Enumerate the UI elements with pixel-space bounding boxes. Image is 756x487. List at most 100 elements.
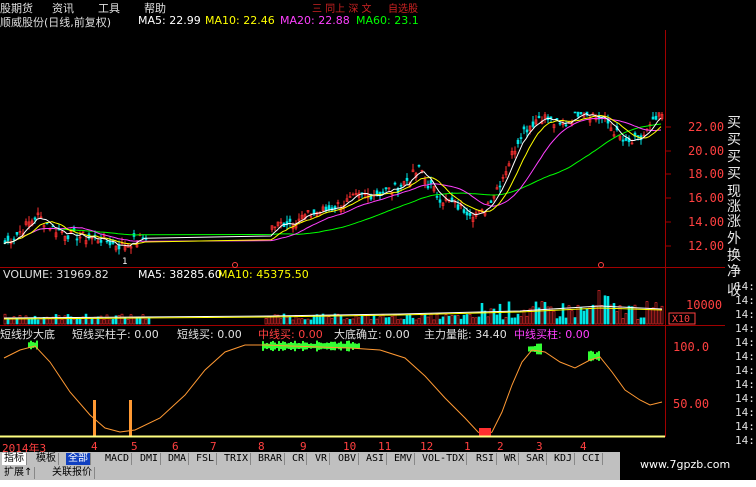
tab-macd[interactable]: MACD — [103, 453, 133, 465]
volume-bar — [477, 316, 481, 325]
volume-bar — [579, 307, 583, 325]
tab-brar[interactable]: BRAR — [256, 453, 286, 465]
volume-bar — [303, 319, 307, 325]
volume-bar — [543, 301, 547, 325]
highlight-bar — [320, 342, 322, 350]
volume-bar — [615, 311, 619, 325]
tab-template[interactable]: 模板 — [34, 453, 59, 465]
right-axis-tick: 14: — [735, 392, 755, 405]
tab-bar-secondary: 扩展↑ 关联报价 — [0, 466, 620, 480]
tab-sar[interactable]: SAR — [524, 453, 548, 465]
spike-bar-3 — [479, 428, 491, 436]
volume-bar — [426, 316, 430, 325]
volume-unit: X10 — [672, 314, 690, 325]
tab-kdj[interactable]: KDJ — [552, 453, 576, 465]
volume-bar — [531, 306, 535, 325]
volume-bar — [423, 313, 427, 325]
candle-body — [621, 139, 625, 142]
volume-bar — [471, 317, 475, 325]
candle-body — [99, 240, 103, 243]
volume-bar — [429, 313, 433, 325]
candle-body — [573, 111, 577, 114]
volume-bar — [357, 317, 361, 325]
indicator-field-3: 中线买: 0.00 — [258, 328, 323, 341]
volume-bar — [84, 313, 88, 325]
highlight-bar — [534, 346, 536, 352]
volume-bar — [378, 316, 382, 325]
volume-bar — [363, 314, 367, 325]
quote-buy-4: 买 — [727, 166, 741, 182]
tab-wr[interactable]: WR — [502, 453, 520, 465]
highlight-bar — [588, 351, 590, 361]
candle-body — [15, 231, 19, 235]
indicator-field-6: 中线买柱: 0.00 — [514, 328, 590, 341]
volume-bar — [345, 318, 349, 325]
volume-bar — [597, 290, 601, 325]
highlight-bar — [538, 343, 540, 355]
volume-bar — [582, 310, 586, 325]
highlight-bar — [352, 342, 354, 350]
candle-body — [525, 129, 529, 133]
candle-body — [105, 240, 109, 243]
tab-dmi[interactable]: DMI — [138, 453, 162, 465]
tab-vol-tdx[interactable]: VOL-TDX — [420, 453, 468, 465]
tab-dma[interactable]: DMA — [166, 453, 190, 465]
tab-expand[interactable]: 扩展↑ — [2, 467, 36, 479]
watermark-url: www.7gpzb.com — [640, 458, 731, 471]
highlight-bar — [324, 343, 326, 349]
highlight-bar — [330, 341, 332, 351]
tab-trix[interactable]: TRIX — [222, 453, 252, 465]
indicator-tab-bar: 指标 模板 全部 MACD DMI DMA FSL TRIX BRAR CR V… — [0, 452, 620, 466]
volume-bar — [18, 315, 22, 325]
price-tick-label: 22.00 — [688, 120, 724, 134]
right-axis-tick: 14: — [735, 378, 755, 391]
tab-asi[interactable]: ASI — [364, 453, 388, 465]
quote-panel[interactable]: 买 买 买 买 现 涨 涨 外 换 净 — [725, 112, 756, 282]
volume-bar — [576, 304, 580, 325]
volume-bar — [513, 317, 517, 325]
tab-related-quotes[interactable]: 关联报价 — [50, 467, 95, 479]
indicator-axis-100: 100.0 — [673, 340, 709, 354]
candle-body — [576, 111, 580, 117]
tab-rsi[interactable]: RSI — [474, 453, 498, 465]
candle-body — [393, 182, 397, 185]
tab-cci[interactable]: CCI — [580, 453, 604, 465]
right-axis-tick: 14: — [735, 364, 755, 377]
volume-bar — [60, 319, 64, 325]
volume-value: VOLUME: 31969.82 — [3, 268, 109, 281]
volume-bar — [54, 314, 58, 325]
volume-bar — [126, 319, 130, 325]
highlight-bar — [264, 343, 266, 349]
volume-bar — [72, 319, 76, 325]
right-axis-tick: 14: — [735, 350, 755, 363]
volume-bar — [558, 316, 562, 325]
volume-bar — [141, 314, 145, 325]
quote-current: 现 — [727, 184, 741, 200]
tab-fsl[interactable]: FSL — [194, 453, 218, 465]
volume-bar — [27, 318, 31, 325]
volume-bar — [573, 317, 577, 325]
volume-bar — [384, 317, 388, 325]
tab-vr[interactable]: VR — [313, 453, 331, 465]
indicator-spikes — [93, 400, 491, 436]
highlight-bar — [540, 343, 542, 355]
right-axis-tick: 14: — [735, 434, 755, 447]
tab-cr[interactable]: CR — [290, 453, 308, 465]
highlight-bar — [356, 343, 358, 349]
tab-obv[interactable]: OBV — [336, 453, 360, 465]
volume-bar — [621, 318, 625, 325]
tab-all[interactable]: 全部 — [66, 453, 91, 465]
volume-bar — [525, 315, 529, 325]
volume-bar — [456, 314, 460, 325]
volume-bar — [561, 303, 565, 325]
tab-emv[interactable]: EMV — [392, 453, 416, 465]
candle-body — [438, 199, 442, 203]
volume-bar — [657, 309, 661, 325]
volume-bar — [330, 318, 334, 325]
chart-canvas[interactable]: 22.00 20.00 18.00 16.00 14.00 12.00 1 10000 X… — [0, 0, 756, 487]
right-axis-tick: 14: — [735, 308, 755, 321]
quote-close: 收 — [727, 283, 741, 299]
tab-indicator[interactable]: 指标 — [2, 453, 27, 465]
volume-bar — [78, 318, 82, 325]
indicator-field-2: 短线买: 0.00 — [177, 328, 242, 341]
